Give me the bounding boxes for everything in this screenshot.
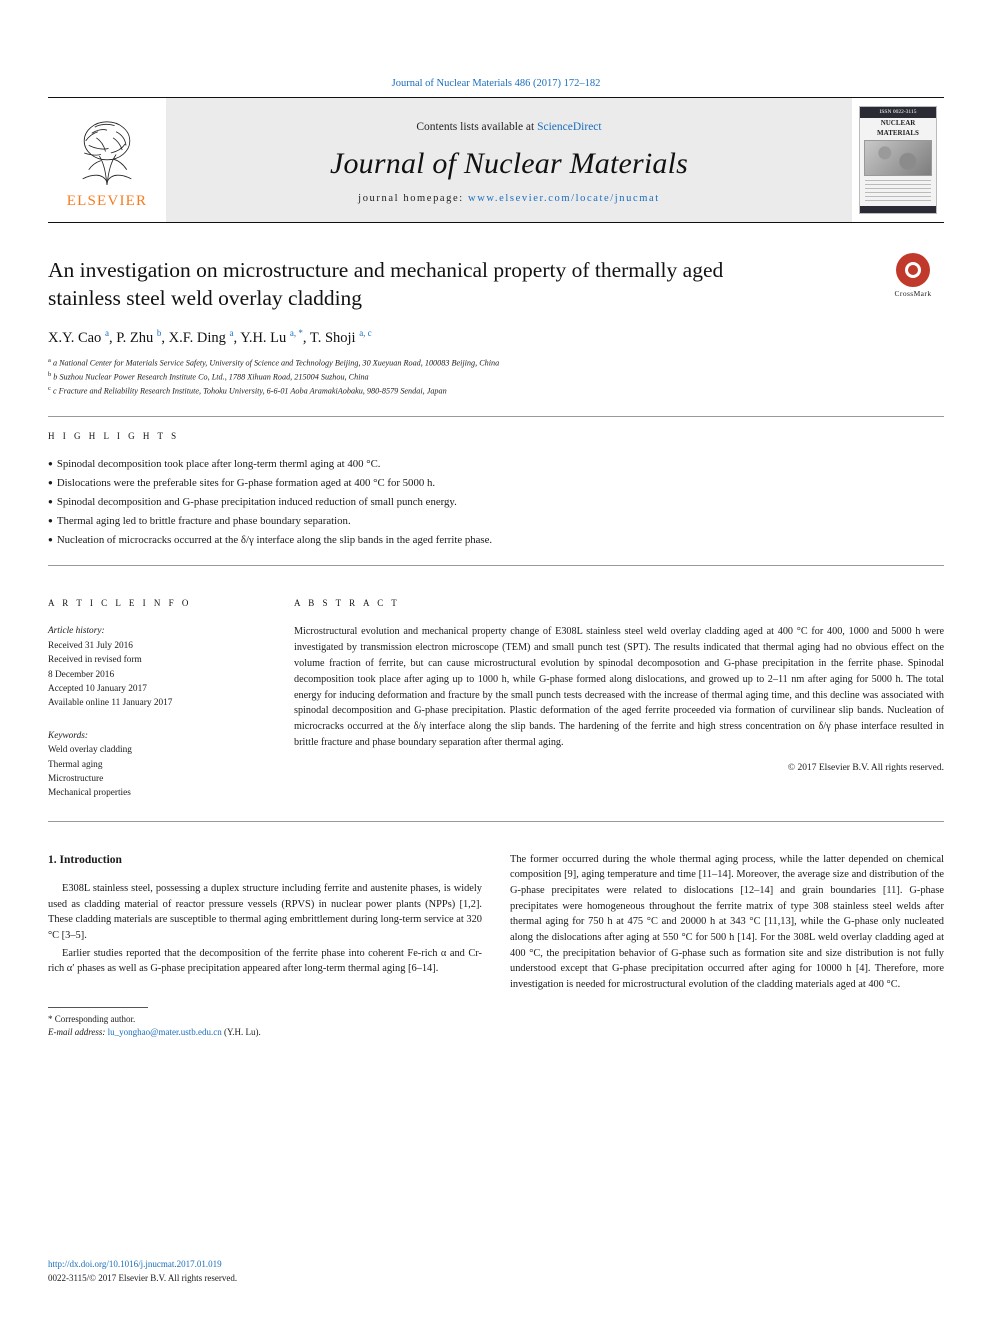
homepage-url[interactable]: www.elsevier.com/locate/jnucmat [468, 193, 660, 204]
page-title: An investigation on microstructure and m… [48, 258, 724, 310]
keywords-block: Keywords: Weld overlay cladding Thermal … [48, 729, 272, 801]
author-list: X.Y. Cao a, P. Zhu b, X.F. Ding a, Y.H. … [48, 328, 372, 346]
crossmark-icon [896, 253, 930, 287]
body-column-left: 1. Introduction E308L stainless steel, p… [48, 852, 482, 1040]
abstract-heading: A B S T R A C T [294, 598, 400, 609]
highlight-text: Spinodal decomposition and G-phase preci… [56, 495, 457, 508]
history-item: Received in revised form [48, 655, 142, 666]
homepage-prefix: journal homepage: [358, 192, 469, 204]
history-item: Accepted 10 January 2017 [48, 684, 147, 695]
body-columns: 1. Introduction E308L stainless steel, p… [48, 852, 944, 1040]
article-info-column: A R T I C L E I N F O Article history: R… [48, 584, 294, 800]
body-paragraph: The former occurred during the whole the… [510, 853, 944, 990]
info-abstract-row: A R T I C L E I N F O Article history: R… [48, 584, 944, 800]
article-history: Article history: Received 31 July 2016 R… [48, 624, 272, 710]
history-item: Received 31 July 2016 [48, 640, 133, 651]
journal-homepage-line: journal homepage: www.elsevier.com/locat… [358, 193, 660, 204]
contents-available-line: Contents lists available at ScienceDirec… [416, 121, 601, 133]
sciencedirect-link[interactable]: ScienceDirect [537, 121, 602, 133]
issn-copyright: 0022-3115/© 2017 Elsevier B.V. All right… [48, 1272, 238, 1283]
cover-top-line: ISSN 0022-3115 [860, 107, 936, 118]
highlight-text: Spinodal decomposition took place after … [56, 457, 381, 470]
body-column-right: The former occurred during the whole the… [510, 852, 944, 1040]
elsevier-logo: ELSEVIER [48, 98, 166, 222]
journal-title: Journal of Nuclear Materials [329, 146, 689, 180]
footnote-star-line: * Corresponding author. [48, 1013, 136, 1024]
highlight-text: Nucleation of microcracks occurred at th… [56, 533, 493, 546]
page-footer: http://dx.doi.org/10.1016/j.jnucmat.2017… [48, 1258, 237, 1285]
cover-photo [864, 140, 932, 176]
keyword-item: Mechanical properties [48, 788, 131, 799]
keywords-label: Keywords: [48, 730, 88, 741]
footnote-email-label: E-mail address: [48, 1027, 108, 1038]
highlights-list: ● Spinodal decomposition took place after… [48, 455, 944, 549]
footnote-rule [48, 1006, 148, 1008]
section-title: Introduction [59, 853, 122, 866]
affiliation-c-text: c Fracture and Reliability Research Inst… [52, 386, 447, 396]
cover-bottom-bar [860, 205, 936, 213]
contents-prefix: Contents lists available at [416, 120, 538, 133]
history-label: Article history: [48, 626, 105, 637]
doi-link[interactable]: http://dx.doi.org/10.1016/j.jnucmat.2017… [48, 1258, 237, 1272]
abstract-copyright: © 2017 Elsevier B.V. All rights reserved… [787, 762, 944, 773]
crossmark-badge[interactable]: CrossMark [882, 253, 944, 298]
keyword-item: Weld overlay cladding [48, 745, 132, 756]
section-number: 1. [48, 853, 57, 866]
affiliation-a: a a National Center for Materials Servic… [48, 356, 500, 368]
highlight-text: Thermal aging led to brittle fracture an… [56, 514, 351, 527]
cover-title-line2: MATERIALS [877, 128, 919, 137]
highlight-item: ● Dislocations were the preferable sites … [48, 474, 944, 493]
article-header: An investigation on microstructure and m… [48, 223, 944, 398]
footnote-email-suffix: (Y.H. Lu). [221, 1027, 261, 1038]
bullet-icon: ● [48, 497, 53, 507]
affiliation-a-text: a National Center for Materials Service … [52, 358, 500, 368]
affiliation-b: b b Suzhou Nuclear Power Research Instit… [48, 370, 369, 382]
cover-image: ISSN 0022-3115 NUCLEAR MATERIALS [859, 106, 937, 214]
abstract-column: A B S T R A C T Microstructural evolutio… [294, 584, 944, 800]
affiliations: a a National Center for Materials Servic… [48, 356, 944, 398]
keyword-item: Thermal aging [48, 759, 103, 770]
cover-text-lines [865, 179, 931, 204]
abstract-text: Microstructural evolution and mechanical… [294, 626, 944, 749]
journal-reference: Journal of Nuclear Materials 486 (2017) … [391, 78, 601, 89]
section-heading: 1. Introduction [48, 852, 482, 869]
footnote-email-link[interactable]: lu_yonghao@mater.ustb.edu.cn [108, 1027, 222, 1037]
bullet-icon: ● [48, 478, 53, 488]
info-abstract-divider [48, 565, 944, 567]
highlight-text: Dislocations were the preferable sites f… [56, 476, 436, 489]
elsevier-tree-icon [82, 120, 132, 185]
crossmark-label: CrossMark [894, 289, 932, 298]
body-divider [48, 820, 944, 822]
journal-cover-thumbnail: ISSN 0022-3115 NUCLEAR MATERIALS [852, 98, 944, 222]
bullet-icon: ● [48, 459, 53, 469]
paper-page: Journal of Nuclear Materials 486 (2017) … [0, 0, 992, 1323]
highlight-item: ● Nucleation of microcracks occurred at t… [48, 531, 944, 550]
affiliation-c: c c Fracture and Reliability Research In… [48, 384, 447, 396]
history-item: Available online 11 January 2017 [48, 698, 173, 709]
article-content: An investigation on microstructure and m… [48, 223, 944, 1040]
keyword-item: Microstructure [48, 774, 104, 785]
masthead-center: Contents lists available at ScienceDirec… [166, 98, 852, 222]
affiliation-b-text: b Suzhou Nuclear Power Research Institut… [53, 372, 369, 382]
highlights-divider [48, 415, 944, 417]
body-paragraph: E308L stainless steel, possessing a dupl… [48, 883, 482, 941]
bullet-icon: ● [48, 535, 53, 545]
elsevier-wordmark: ELSEVIER [66, 192, 148, 209]
bullet-icon: ● [48, 516, 53, 526]
highlight-item: ● Spinodal decomposition took place after… [48, 455, 944, 474]
journal-masthead: ELSEVIER Contents lists available at Sci… [48, 97, 944, 223]
highlights-heading: H I G H L I G H T S [48, 430, 180, 441]
corresponding-author-footnote: * Corresponding author. E-mail address: … [48, 1006, 482, 1040]
body-paragraph: Earlier studies reported that the decomp… [48, 947, 482, 975]
highlight-item: ● Thermal aging led to brittle fracture a… [48, 512, 944, 531]
footnote-email-line: E-mail address: lu_yonghao@mater.ustb.ed… [48, 1026, 482, 1040]
article-info-heading: A R T I C L E I N F O [48, 598, 192, 609]
history-item: 8 December 2016 [48, 669, 115, 680]
highlight-item: ● Spinodal decomposition and G-phase prec… [48, 493, 944, 512]
